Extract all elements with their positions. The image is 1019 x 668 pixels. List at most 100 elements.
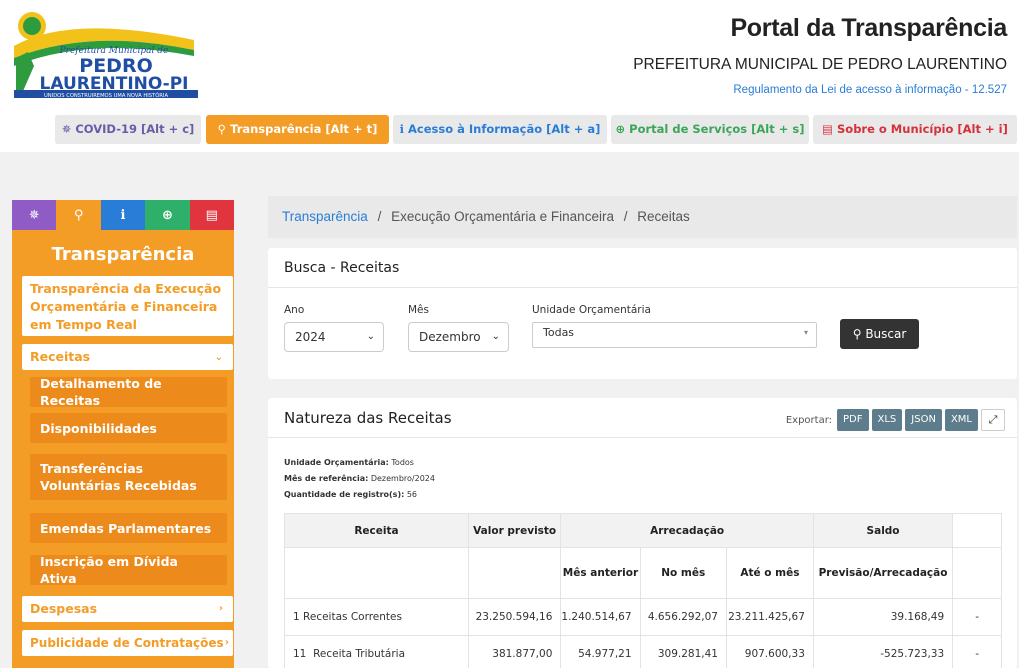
cell-code: 1 xyxy=(293,611,300,623)
sidebar-item-emendas[interactable]: Emendas Parlamentares xyxy=(30,513,227,543)
search-icon: ⚲ xyxy=(217,122,227,136)
export-xml-button[interactable]: XML xyxy=(944,409,978,431)
sidebar-item-despesas-label: Despesas xyxy=(30,601,98,616)
sidebar-item-receitas-label: Receitas xyxy=(30,349,91,364)
col-no-mes[interactable]: No mês xyxy=(639,547,727,599)
sidebar-tab-covid[interactable]: ✵ xyxy=(12,200,57,230)
buscar-button[interactable]: ⚲ Buscar xyxy=(840,319,919,349)
mes-label: Mês xyxy=(408,304,429,316)
table-subheader-row: Mês anterior No mês Até o mês Previsão/A… xyxy=(284,547,1002,599)
unidade-label: Unidade Orçamentária xyxy=(532,304,651,316)
cell-saldo: -525.723,33 xyxy=(812,635,954,668)
virus-icon: ✵ xyxy=(28,207,40,223)
cell-name: Receita Tributária xyxy=(313,648,406,660)
nav-acesso-label: Acesso à Informação [Alt + a] xyxy=(407,122,601,136)
nav-acesso-informacao[interactable]: ℹ Acesso à Informação [Alt + a] xyxy=(393,115,607,144)
cell-extra: - xyxy=(952,598,1002,636)
breadcrumb-execucao: Execução Orçamentária e Financeira xyxy=(391,209,614,224)
meta-unidade-value: Todos xyxy=(391,458,414,467)
export-pdf-button[interactable]: PDF xyxy=(837,409,869,431)
ano-select[interactable]: 2024 ⌄ xyxy=(284,322,384,352)
nav-sobre-municipio[interactable]: ▤ Sobre o Município [Alt + i] xyxy=(813,115,1017,144)
col-previsao-arrecadacao[interactable]: Previsão/Arrecadação xyxy=(812,547,954,599)
meta-quantidade: Quantidade de registro(s): 56 xyxy=(284,490,417,499)
col-ate-mes[interactable]: Até o mês xyxy=(725,547,814,599)
info-icon: ℹ xyxy=(399,122,404,136)
sidebar-item-disponibilidades[interactable]: Disponibilidades xyxy=(30,413,227,443)
col-receita[interactable]: Receita xyxy=(284,513,469,548)
expand-icon[interactable]: ⤢ xyxy=(981,409,1005,431)
mes-value: Dezembro xyxy=(419,330,481,344)
breadcrumb: Transparência / Execução Orçamentária e … xyxy=(268,196,1017,238)
chevron-right-icon: › xyxy=(218,603,223,614)
table-row[interactable]: 1 Receitas Correntes 23.250.594,16 1.240… xyxy=(284,598,1002,636)
virus-icon: ✵ xyxy=(61,122,72,136)
search-icon: ⚲ xyxy=(73,207,84,223)
chevron-right-icon: › xyxy=(224,637,229,648)
info-icon: ℹ xyxy=(120,207,126,223)
cell-previsto: 23.250.594,16 xyxy=(467,598,562,636)
card-icon: ▤ xyxy=(205,207,218,223)
nav-portal-servicos[interactable]: ⊕ Portal de Serviços [Alt + s] xyxy=(611,115,809,144)
ano-value: 2024 xyxy=(295,330,326,344)
sidebar-item-publicidade[interactable]: Publicidade de Contratações › xyxy=(22,630,233,656)
sidebar-item-transferencias[interactable]: Transferências Voluntárias Recebidas xyxy=(30,454,227,500)
subcol-extra xyxy=(952,547,1002,599)
natureza-card: Natureza das Receitas Exportar: PDF XLS … xyxy=(268,398,1017,668)
nav-sobre-label: Sobre o Município [Alt + i] xyxy=(837,122,1008,136)
nav-covid-label: COVID-19 [Alt + c] xyxy=(75,122,195,136)
mes-select[interactable]: Dezembro ⌄ xyxy=(408,322,509,352)
buscar-label: Buscar xyxy=(865,327,907,341)
col-valor-previsto[interactable]: Valor previsto xyxy=(467,513,562,548)
sidebar-item-tempo-real[interactable]: Transparência da Execução Orçamentária e… xyxy=(22,276,233,336)
cell-mes-anterior: 1.240.514,67 xyxy=(560,598,641,636)
nav-servicos-label: Portal de Serviços [Alt + s] xyxy=(629,122,805,136)
receitas-table: Receita Valor previsto Arrecadação Saldo… xyxy=(284,513,1002,668)
law-regulation-link[interactable]: Regulamento da Lei de acesso à informaçã… xyxy=(733,84,1007,96)
meta-unidade: Unidade Orçamentária: Todos xyxy=(284,458,414,467)
unidade-value: Todas xyxy=(543,326,575,339)
sidebar-item-despesas[interactable]: Despesas › xyxy=(22,596,233,622)
breadcrumb-transparencia[interactable]: Transparência xyxy=(282,209,368,224)
cell-previsto: 381.877,00 xyxy=(467,635,562,668)
nav-covid[interactable]: ✵ COVID-19 [Alt + c] xyxy=(55,115,201,144)
sidebar-tab-transparencia[interactable]: ⚲ xyxy=(56,200,101,230)
card-icon: ▤ xyxy=(822,122,834,136)
export-toolbar: Exportar: PDF XLS JSON XML ⤢ xyxy=(786,409,1005,431)
sidebar-item-divida-ativa[interactable]: Inscrição em Dívida Ativa xyxy=(30,554,227,586)
sidebar-tabs: ✵ ⚲ ℹ ⊕ ▤ xyxy=(12,200,235,230)
cell-mes-anterior: 54.977,21 xyxy=(560,635,641,668)
cell-name: Receitas Correntes xyxy=(303,611,402,623)
municipality-logo[interactable]: Prefeitura Municipal de PEDRO LAURENTINO… xyxy=(10,6,198,102)
meta-mes: Mês de referência: Dezembro/2024 xyxy=(284,474,435,483)
export-xls-button[interactable]: XLS xyxy=(871,409,903,431)
breadcrumb-separator: / xyxy=(377,209,382,224)
sidebar-tab-sobre[interactable]: ▤ xyxy=(189,200,235,230)
cell-code: 11 xyxy=(293,648,307,660)
search-card-title: Busca - Receitas xyxy=(268,248,1017,288)
col-saldo: Saldo xyxy=(812,513,954,548)
cell-receita: 1 Receitas Correntes xyxy=(284,598,469,636)
ano-label: Ano xyxy=(284,304,305,316)
table-row[interactable]: 11 Receita Tributária 381.877,00 54.977,… xyxy=(284,635,1002,668)
cell-no-mes: 4.656.292,07 xyxy=(639,598,727,636)
unidade-select[interactable]: Todas ▾ xyxy=(532,322,817,348)
globe-icon: ⊕ xyxy=(615,122,626,136)
col-mes-anterior[interactable]: Mês anterior xyxy=(560,547,641,599)
sidebar-tab-info[interactable]: ℹ xyxy=(100,200,146,230)
col-arrecadacao: Arrecadação xyxy=(560,513,814,548)
breadcrumb-current: Receitas xyxy=(637,209,690,224)
sidebar-tab-servicos[interactable]: ⊕ xyxy=(145,200,190,230)
meta-qtd-label: Quantidade de registro(s): xyxy=(284,490,405,499)
col-extra xyxy=(952,513,1002,548)
logo-tagline: UNIDOS CONSTRUIREMOS UMA NOVA HISTÓRIA xyxy=(44,92,168,99)
sidebar-title: Transparência xyxy=(51,244,195,265)
sidebar-item-receitas[interactable]: Receitas ⌄ xyxy=(22,344,233,370)
nav-transparencia[interactable]: ⚲ Transparência [Alt + t] xyxy=(206,115,389,144)
top-nav: ✵ COVID-19 [Alt + c] ⚲ Transparência [Alt … xyxy=(0,115,1019,145)
export-json-button[interactable]: JSON xyxy=(905,409,942,431)
sidebar-item-detalhamento[interactable]: Detalhamento de Receitas xyxy=(30,376,227,408)
chevron-down-icon: ⌄ xyxy=(491,331,500,342)
meta-mes-label: Mês de referência: xyxy=(284,474,369,483)
logo-line3: LAURENTINO-PI xyxy=(40,74,189,94)
